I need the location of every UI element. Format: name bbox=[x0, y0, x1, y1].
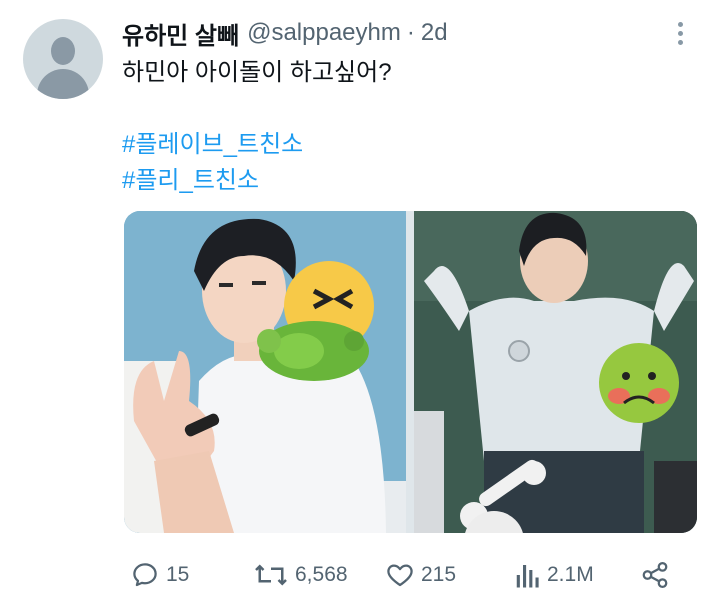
share-button[interactable] bbox=[640, 557, 670, 593]
retweet-icon bbox=[255, 564, 287, 586]
share-icon bbox=[642, 562, 668, 588]
reply-count: 15 bbox=[166, 563, 190, 586]
retweet-button[interactable]: 6,568 bbox=[253, 557, 348, 593]
view-count: 2.1M bbox=[547, 563, 594, 586]
more-options-icon[interactable] bbox=[672, 20, 688, 48]
analytics-icon bbox=[516, 565, 539, 588]
hashtag-link[interactable]: #플리_트친소 bbox=[122, 166, 259, 196]
reply-icon bbox=[133, 563, 157, 587]
tweet-actions: 15 6,568 215 2.1M bbox=[0, 557, 720, 593]
display-name[interactable]: 유하민 살빼 bbox=[122, 16, 239, 51]
nauseated-emoji-icon bbox=[599, 343, 679, 423]
avatar-body-placeholder bbox=[37, 69, 89, 99]
like-count: 215 bbox=[421, 563, 457, 586]
avatar[interactable] bbox=[23, 19, 103, 99]
media-image-2[interactable] bbox=[414, 211, 697, 533]
avatar-head-placeholder bbox=[51, 37, 75, 65]
media-grid bbox=[124, 211, 697, 533]
reply-button[interactable]: 15 bbox=[130, 557, 189, 593]
timestamp[interactable]: 2d bbox=[421, 19, 448, 47]
hashtag-link[interactable]: #플레이브_트친소 bbox=[122, 130, 303, 160]
media-image-1[interactable] bbox=[124, 211, 406, 533]
retweet-count: 6,568 bbox=[295, 563, 348, 586]
views-button[interactable]: 2.1M bbox=[515, 557, 594, 593]
tweet-text: 하민아 아이돌이 하고싶어? bbox=[122, 59, 392, 86]
user-handle[interactable]: @salppaeyhm bbox=[247, 19, 401, 47]
like-button[interactable]: 215 bbox=[385, 557, 456, 593]
tweet-header: 유하민 살빼 @salppaeyhm · 2d bbox=[122, 16, 448, 51]
separator-dot: · bbox=[406, 19, 415, 46]
heart-icon bbox=[387, 564, 413, 587]
